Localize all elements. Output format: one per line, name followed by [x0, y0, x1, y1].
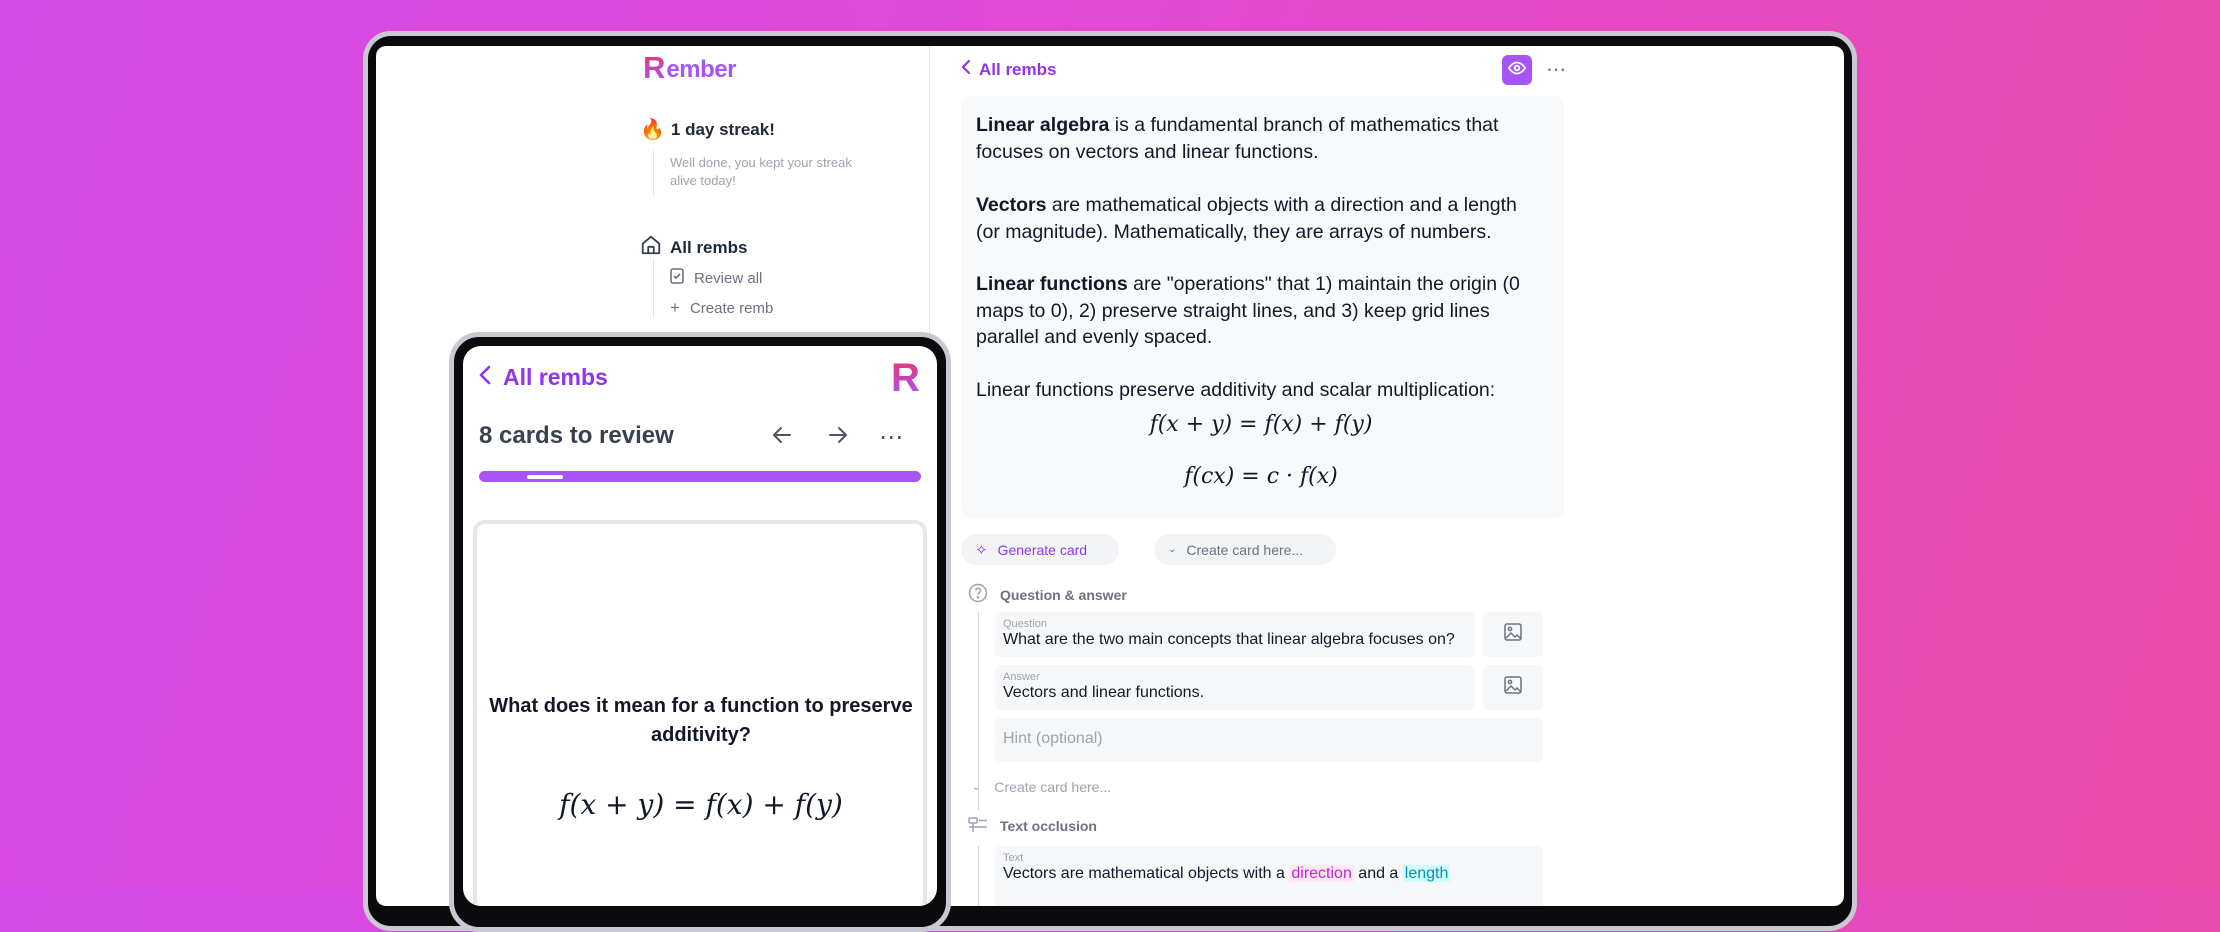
image-icon	[1503, 622, 1523, 647]
sidebar-item-label: All rembs	[670, 237, 748, 257]
fire-icon: 🔥	[640, 119, 665, 141]
add-question-image-button[interactable]	[1483, 612, 1543, 657]
formula-scalar: f(cx) = c · f(x)	[1184, 464, 1338, 489]
add-answer-image-button[interactable]	[1483, 665, 1543, 710]
image-icon	[1503, 675, 1523, 700]
occlusion-direction[interactable]: direction	[1289, 865, 1354, 882]
occlusion-section-line	[978, 846, 979, 906]
help-circle-icon	[968, 583, 988, 606]
chevron-down-icon: ⌄	[1168, 544, 1177, 555]
preview-button[interactable]	[1502, 55, 1532, 85]
note-paragraph: Linear functions are "operations" that 1…	[976, 273, 1520, 348]
checklist-icon	[670, 268, 684, 288]
review-progress-bar	[479, 471, 921, 482]
create-card-here-link[interactable]: ⌄ Create card here...	[972, 779, 1111, 795]
formula-additivity: f(x + y) = f(x) + f(y)	[1149, 412, 1373, 437]
occlusion-text-field[interactable]: Text Vectors are mathematical objects wi…	[995, 846, 1543, 906]
phone-logo: R	[891, 356, 920, 400]
next-card-button[interactable]	[823, 422, 853, 452]
create-card-dropdown[interactable]: ⌄ Create card here...	[1154, 534, 1336, 565]
sidebar-item-create-remb[interactable]: + Create remb	[670, 298, 773, 318]
more-icon: ⋯	[879, 423, 903, 451]
sparkle-icon: ✧	[975, 541, 988, 559]
home-icon	[640, 234, 662, 261]
phone-screen: All rembs R 8 cards to review ⋯ What doe…	[463, 346, 937, 906]
chevron-left-icon	[961, 59, 971, 80]
arrow-right-icon	[828, 426, 848, 449]
note-paragraph: Linear functions preserve additivity and…	[976, 379, 1496, 401]
qa-section-header: Question & answer	[968, 583, 1127, 606]
streak-subtitle: Well done, you kept your streak alive to…	[670, 155, 852, 188]
sidebar-item-review-all[interactable]: Review all	[670, 268, 762, 288]
plus-icon: +	[670, 298, 680, 317]
occlusion-section-header: Text occlusion	[968, 816, 1097, 835]
nav-divider	[653, 258, 654, 318]
chevron-down-icon: ⌄	[972, 781, 981, 793]
arrow-left-icon	[772, 426, 792, 449]
phone-back-button[interactable]: All rembs	[479, 364, 608, 391]
note-paragraph: Linear algebra is a fundamental branch o…	[976, 114, 1499, 163]
more-options-button[interactable]: ⋯	[1543, 56, 1569, 82]
text-occlusion-icon	[968, 816, 988, 835]
eye-icon	[1507, 61, 1527, 80]
phone-more-button[interactable]: ⋯	[876, 422, 906, 452]
streak-divider	[653, 150, 654, 196]
streak-header: 🔥 1 day streak!	[640, 120, 775, 140]
more-icon: ⋯	[1546, 58, 1566, 81]
flashcard-formula: f(x + y) = f(x) + f(y)	[559, 788, 843, 821]
answer-field[interactable]: Answer Vectors and linear functions.	[995, 665, 1475, 710]
rember-logo[interactable]: Rember	[643, 52, 736, 83]
previous-card-button[interactable]	[767, 422, 797, 452]
streak-title: 1 day streak!	[670, 120, 775, 139]
sidebar-item-label: Review all	[694, 269, 763, 287]
sidebar-item-all-rembs[interactable]: All rembs	[640, 234, 747, 261]
hint-field[interactable]: Hint (optional)	[995, 718, 1543, 762]
cards-to-review-title: 8 cards to review	[479, 422, 674, 449]
flashcard-question: What does it mean for a function to pres…	[489, 695, 913, 746]
occlusion-length[interactable]: length	[1402, 865, 1451, 882]
sidebar-item-label: Create remb	[689, 299, 774, 317]
progress-indicator	[527, 475, 563, 479]
back-to-all-rembs[interactable]: All rembs	[961, 59, 1056, 80]
generate-card-button[interactable]: ✧ Generate card	[961, 534, 1119, 565]
question-field[interactable]: Question What are the two main concepts …	[995, 612, 1475, 657]
note-paragraph: Vectors are mathematical objects with a …	[976, 194, 1517, 243]
chevron-left-icon	[479, 364, 491, 391]
back-label: All rembs	[979, 59, 1057, 79]
